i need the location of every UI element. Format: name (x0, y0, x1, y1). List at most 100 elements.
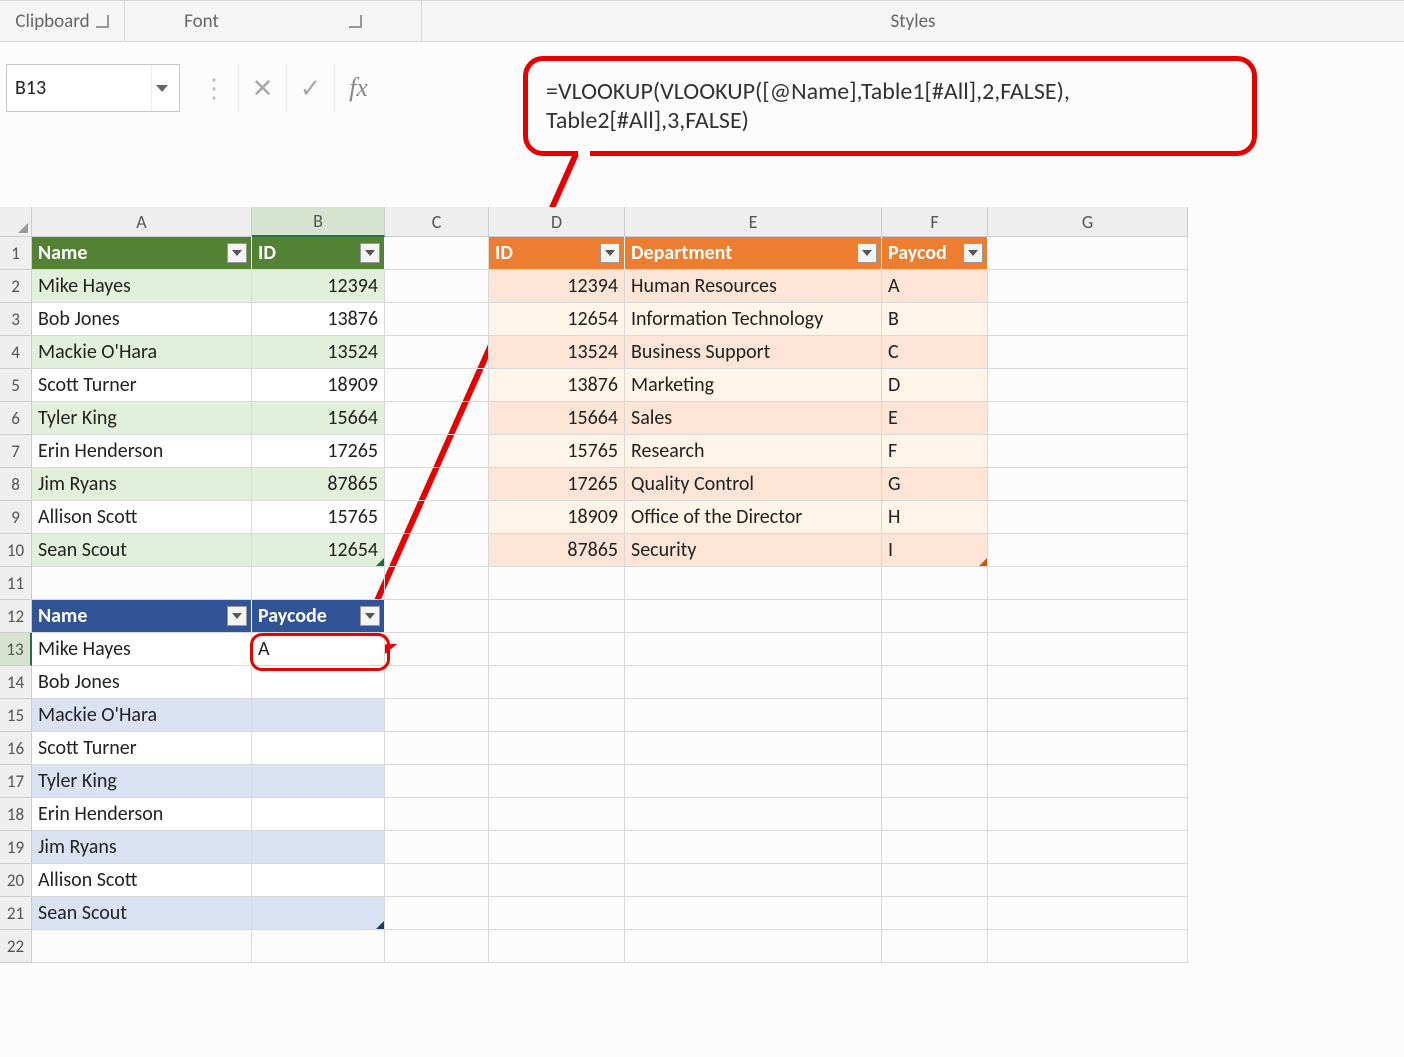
cell[interactable] (882, 831, 988, 864)
cell[interactable] (625, 930, 882, 963)
cell[interactable]: 13876 (252, 303, 385, 336)
cell[interactable]: B (882, 303, 988, 336)
cell[interactable]: Paycode (252, 600, 385, 633)
filter-button[interactable] (857, 243, 877, 263)
cell[interactable] (988, 930, 1188, 963)
cell[interactable]: Mike Hayes (32, 270, 252, 303)
cell[interactable] (882, 798, 988, 831)
cell[interactable]: 15765 (252, 501, 385, 534)
cell[interactable] (489, 633, 625, 666)
cell[interactable] (882, 567, 988, 600)
cell[interactable]: Marketing (625, 369, 882, 402)
cell[interactable]: I (882, 534, 988, 567)
row-header[interactable]: 1 (0, 237, 32, 270)
row-header[interactable]: 11 (0, 567, 32, 600)
cell[interactable] (385, 336, 489, 369)
cell[interactable]: H (882, 501, 988, 534)
cell[interactable] (988, 468, 1188, 501)
row-header[interactable]: 16 (0, 732, 32, 765)
formula-cancel-button[interactable]: ✕ (238, 64, 286, 112)
cell[interactable]: E (882, 402, 988, 435)
cell[interactable]: Allison Scott (32, 501, 252, 534)
col-header-E[interactable]: E (625, 207, 882, 237)
cell[interactable] (252, 930, 385, 963)
cell[interactable]: Erin Henderson (32, 435, 252, 468)
cell[interactable] (385, 930, 489, 963)
cell[interactable] (625, 765, 882, 798)
cell[interactable] (882, 699, 988, 732)
table-resize-handle[interactable] (979, 558, 987, 566)
cell[interactable] (385, 402, 489, 435)
dialog-launcher-icon[interactable] (349, 15, 362, 28)
cell[interactable] (385, 897, 489, 930)
cell[interactable] (988, 534, 1188, 567)
cell[interactable]: C (882, 336, 988, 369)
cell[interactable]: 13876 (489, 369, 625, 402)
cell[interactable] (625, 732, 882, 765)
cell[interactable] (252, 567, 385, 600)
cell[interactable] (988, 435, 1188, 468)
cell[interactable]: Quality Control (625, 468, 882, 501)
cell[interactable] (252, 798, 385, 831)
cell[interactable] (988, 765, 1188, 798)
insert-function-button[interactable]: fx (334, 64, 382, 112)
cell[interactable]: Mike Hayes (32, 633, 252, 666)
filter-button[interactable] (227, 606, 247, 626)
cell[interactable] (385, 369, 489, 402)
cell[interactable] (385, 501, 489, 534)
cell[interactable]: 87865 (252, 468, 385, 501)
row-header[interactable]: 4 (0, 336, 32, 369)
cell[interactable]: Mackie O'Hara (32, 699, 252, 732)
cell[interactable]: G (882, 468, 988, 501)
row-header[interactable]: 9 (0, 501, 32, 534)
ribbon-group-font[interactable]: Font (125, 10, 421, 33)
cell[interactable]: Paycod (882, 237, 988, 270)
cell[interactable]: Bob Jones (32, 303, 252, 336)
cell[interactable] (385, 732, 489, 765)
cell[interactable] (385, 633, 489, 666)
cell[interactable] (988, 303, 1188, 336)
cell[interactable] (988, 897, 1188, 930)
cell[interactable] (385, 435, 489, 468)
cell[interactable]: Bob Jones (32, 666, 252, 699)
cell[interactable] (385, 765, 489, 798)
cell[interactable] (489, 600, 625, 633)
cell[interactable]: ID (489, 237, 625, 270)
col-header-C[interactable]: C (385, 207, 489, 237)
cell[interactable]: 12654 (252, 534, 385, 567)
cell[interactable] (625, 897, 882, 930)
cell[interactable] (489, 765, 625, 798)
cell[interactable]: Scott Turner (32, 369, 252, 402)
cell[interactable] (988, 567, 1188, 600)
cell[interactable] (385, 468, 489, 501)
ribbon-group-clipboard[interactable]: Clipboard (0, 10, 124, 33)
cell[interactable] (625, 567, 882, 600)
col-header-F[interactable]: F (882, 207, 988, 237)
cell[interactable] (489, 930, 625, 963)
cell[interactable]: 15664 (252, 402, 385, 435)
row-header[interactable]: 3 (0, 303, 32, 336)
cell[interactable] (385, 666, 489, 699)
cell[interactable] (32, 930, 252, 963)
cell[interactable] (489, 732, 625, 765)
cell[interactable] (625, 633, 882, 666)
cell[interactable] (988, 402, 1188, 435)
cell[interactable] (385, 567, 489, 600)
row-header[interactable]: 19 (0, 831, 32, 864)
cell[interactable] (489, 897, 625, 930)
ribbon-group-styles[interactable]: Styles (422, 10, 1404, 33)
cell[interactable] (882, 930, 988, 963)
cell[interactable]: Allison Scott (32, 864, 252, 897)
cell[interactable] (882, 600, 988, 633)
cell[interactable] (385, 237, 489, 270)
cell[interactable] (385, 699, 489, 732)
cell[interactable]: Tyler King (32, 765, 252, 798)
cell[interactable] (988, 369, 1188, 402)
cell[interactable]: 18909 (252, 369, 385, 402)
cell[interactable]: Department (625, 237, 882, 270)
cell[interactable] (489, 798, 625, 831)
col-header-B[interactable]: B (252, 207, 385, 237)
row-header[interactable]: 12 (0, 600, 32, 633)
cell[interactable]: Tyler King (32, 402, 252, 435)
cell[interactable]: 15664 (489, 402, 625, 435)
